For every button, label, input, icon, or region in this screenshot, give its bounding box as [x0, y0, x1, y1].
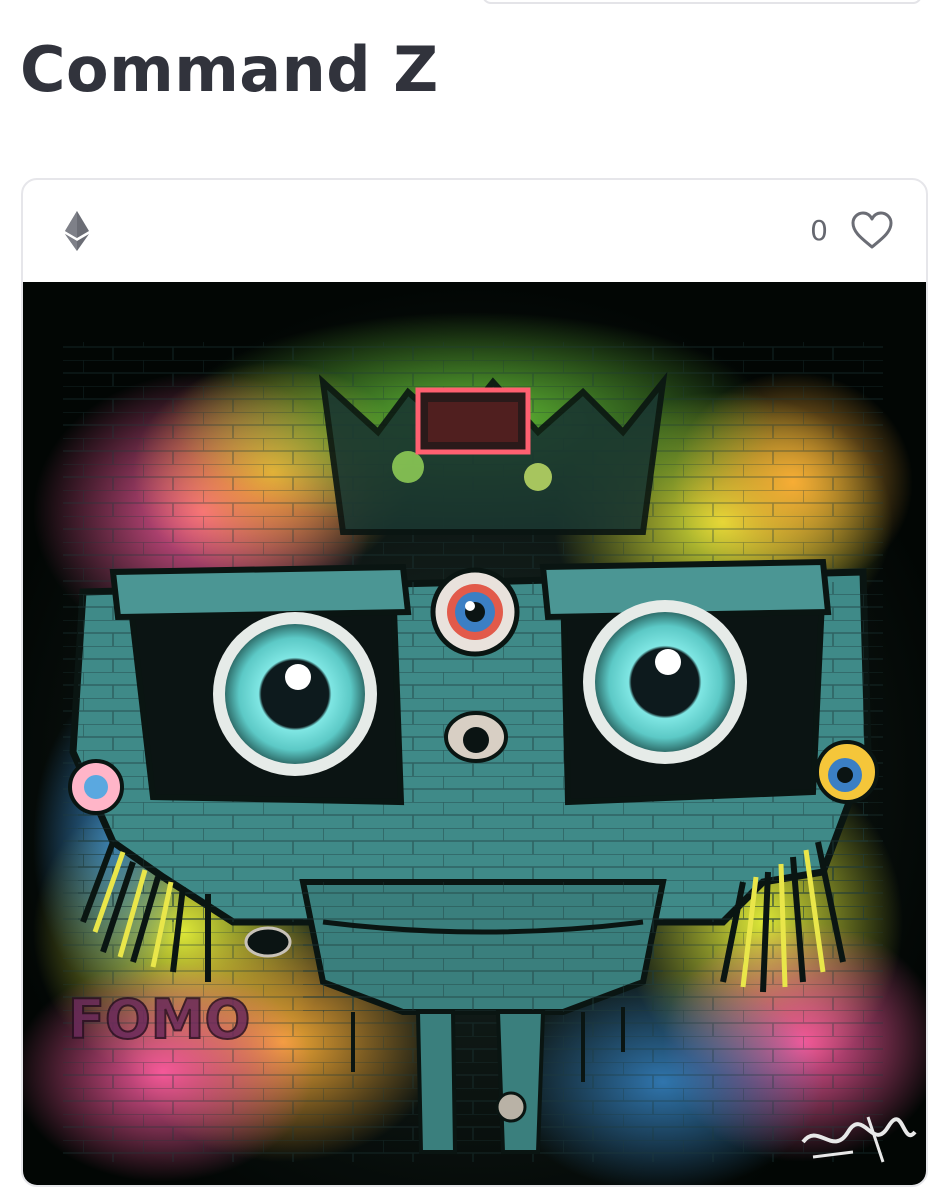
heart-icon[interactable] [850, 210, 894, 250]
ethereum-icon [65, 211, 89, 251]
top-search-bar-edge [482, 0, 922, 4]
nft-card[interactable]: 0 FOMO [21, 178, 928, 1187]
like-count: 0 [810, 214, 828, 247]
artwork-tag-text: FOMO [68, 988, 250, 1051]
nft-artwork-image[interactable]: FOMO [23, 282, 926, 1185]
page-title: Command Z [20, 33, 439, 106]
card-header: 0 [23, 180, 926, 283]
